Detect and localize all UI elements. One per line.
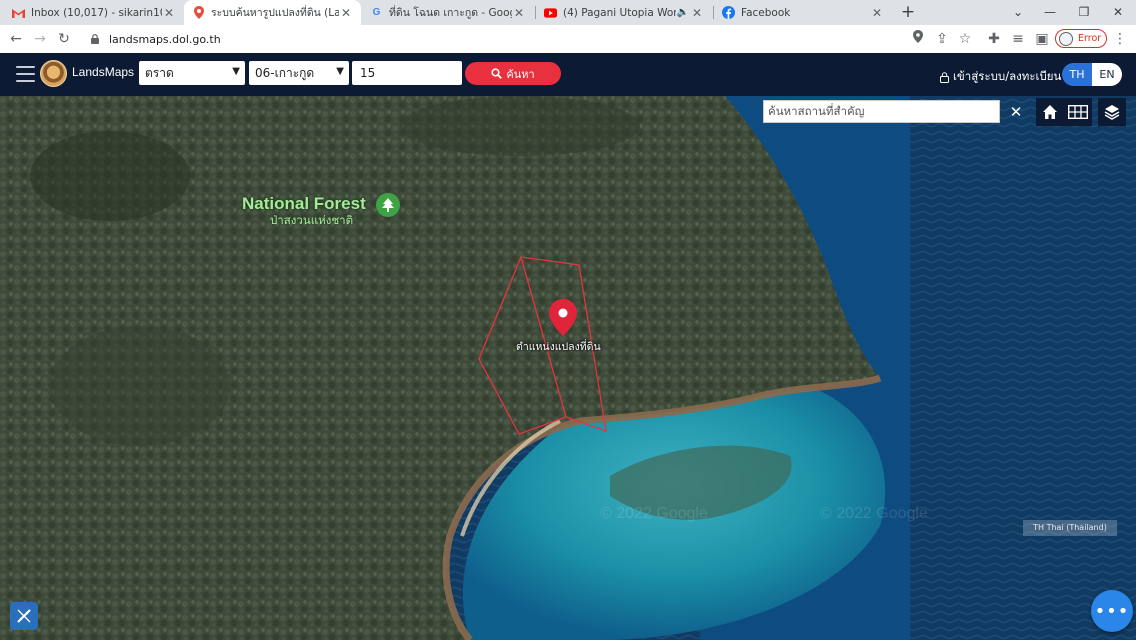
location-icon[interactable] <box>908 29 928 49</box>
province-select[interactable]: ตราด ▼ <box>139 61 245 85</box>
close-tab-icon[interactable]: ✕ <box>339 6 353 20</box>
ellipsis-icon: ••• <box>1094 600 1130 622</box>
chevron-down-icon: ▼ <box>232 66 240 77</box>
forest-label-thai: ป่าสงวนแห่งชาติ <box>270 213 354 227</box>
back-button[interactable]: ← <box>6 29 26 49</box>
svg-text:© 2022 Google: © 2022 Google <box>820 505 928 522</box>
hamburger-menu-icon[interactable] <box>16 66 35 82</box>
address-bar[interactable]: landsmaps.dol.go.th <box>80 28 985 50</box>
brand-name: LandsMaps <box>72 65 135 79</box>
tab-youtube[interactable]: (4) Pagani Utopia World Prem 🔈 ✕ <box>536 0 712 25</box>
measure-tool-button[interactable] <box>10 602 38 630</box>
map-copyright: TH Thai (Thailand) <box>1023 520 1117 536</box>
bookmark-star-icon[interactable]: ☆ <box>955 29 975 49</box>
tree-icon[interactable] <box>376 193 400 217</box>
close-tab-icon[interactable]: ✕ <box>690 6 704 20</box>
svg-text:© 2022 Google: © 2022 Google <box>600 505 708 522</box>
home-icon <box>1043 105 1057 119</box>
profile-error-button[interactable]: Error <box>1055 29 1107 48</box>
tab-landsmaps[interactable]: ระบบค้นหารูปแปลงที่ดิน (LandsMaps) ✕ <box>184 0 361 25</box>
reload-button[interactable]: ↻ <box>54 29 74 49</box>
parcel-location-label: ตำแหน่งแปลงที่ดิน <box>516 341 601 353</box>
layers-button[interactable] <box>1098 98 1126 126</box>
extensions-icon[interactable]: ✚ <box>984 29 1004 49</box>
lang-th-button[interactable]: TH <box>1062 63 1092 86</box>
facebook-icon <box>722 6 735 19</box>
new-tab-button[interactable]: + <box>898 2 918 22</box>
lang-en-button[interactable]: EN <box>1092 63 1122 86</box>
share-icon[interactable]: ⇪ <box>932 29 952 49</box>
browser-tab-strip: Inbox (10,017) - sikarin10@gmail ✕ ระบบค… <box>0 0 1136 25</box>
forest-label: National Forest <box>242 194 366 213</box>
avatar <box>1059 31 1073 46</box>
tab-google-search[interactable]: G ที่ดิน โฉนด เกาะกูด - Google Search ✕ <box>362 0 534 25</box>
grid-toggle-button[interactable] <box>1064 98 1092 126</box>
chevron-down-icon: ▼ <box>336 66 344 77</box>
speaker-icon[interactable]: 🔈 <box>676 7 690 18</box>
district-select[interactable]: 06-เกาะกูด ▼ <box>249 61 349 85</box>
dol-logo <box>40 60 67 87</box>
layers-icon <box>1104 105 1120 120</box>
forward-button[interactable]: → <box>30 29 50 49</box>
clear-search-icon[interactable]: ✕ <box>1004 100 1028 124</box>
minimize-button[interactable]: — <box>1032 0 1068 25</box>
map-view[interactable]: © 2022 Google © 2022 Google National For… <box>0 96 1136 640</box>
side-panel-icon[interactable]: ▣ <box>1032 29 1052 49</box>
tab-search-icon[interactable]: ⌄ <box>1000 0 1036 25</box>
close-tab-icon[interactable]: ✕ <box>512 6 526 20</box>
restore-button[interactable]: ❐ <box>1066 0 1102 25</box>
login-link[interactable]: เข้าสู่ระบบ/ลงทะเบียน <box>940 68 1061 86</box>
browser-menu-icon[interactable]: ⋮ <box>1110 29 1130 49</box>
url-text: landsmaps.dol.go.th <box>109 32 221 46</box>
search-button[interactable]: ค้นหา <box>465 62 561 85</box>
google-icon: G <box>372 7 381 18</box>
satellite-imagery: © 2022 Google © 2022 Google <box>0 96 1136 640</box>
tab-gmail[interactable]: Inbox (10,017) - sikarin10@gmail ✕ <box>4 0 184 25</box>
close-window-button[interactable]: ✕ <box>1100 0 1136 25</box>
more-options-button[interactable]: ••• <box>1091 590 1133 632</box>
place-search-input[interactable]: ค้นหาสถานที่สำคัญ <box>763 100 1000 123</box>
close-tab-icon[interactable]: ✕ <box>162 6 176 20</box>
media-control-icon[interactable]: ≡ <box>1008 29 1028 49</box>
app-header: LandsMaps ตราด ▼ 06-เกาะกูด ▼ ค้นหา เข้า… <box>0 53 1136 96</box>
map-pin-icon <box>192 6 205 19</box>
search-icon <box>491 68 503 79</box>
tab-facebook[interactable]: Facebook ✕ <box>714 0 892 25</box>
home-button[interactable] <box>1036 98 1064 126</box>
grid-icon <box>1068 105 1088 119</box>
close-tab-icon[interactable]: ✕ <box>870 6 884 20</box>
parcel-number-input[interactable] <box>352 61 462 85</box>
lock-icon <box>940 71 949 83</box>
gmail-icon <box>12 6 25 19</box>
lock-icon <box>91 34 99 44</box>
ruler-pencil-icon <box>17 609 31 623</box>
youtube-icon <box>544 6 557 19</box>
browser-toolbar: ← → ↻ landsmaps.dol.go.th ⇪ ☆ ✚ ≡ ▣ Erro… <box>0 25 1136 53</box>
